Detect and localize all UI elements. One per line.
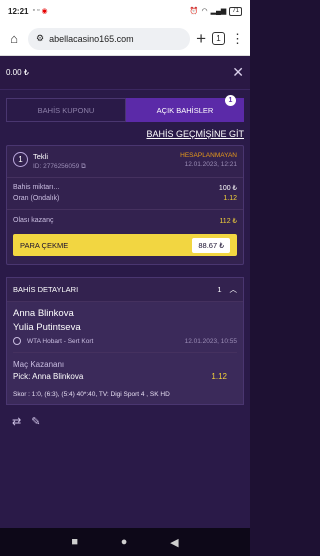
home-circle-icon[interactable]: ● [121, 536, 128, 548]
bet-card-header: 1 Tekli ID: 2776256059 ⧉ HESAPLANMAYAN 1… [7, 146, 243, 178]
bet-id: ID: 2776256059 [33, 163, 80, 170]
live-score: Skor : 1:0, (6:3), (5:4) 40*:40, TV: Dig… [13, 391, 170, 398]
stake-label: Bahis miktarı... [13, 184, 60, 191]
tab-label: AÇIK BAHİSLER [156, 105, 214, 115]
cashout-amount: 88.67 ₺ [192, 237, 230, 253]
open-bets-count-badge: 1 [225, 95, 236, 106]
pick-row: Pick: Anna Blinkova 1.12 [13, 372, 237, 381]
potential-win-row: Olası kazanç 112 ₺ [7, 210, 243, 231]
tab-open-bets[interactable]: AÇIK BAHİSLER 1 [126, 95, 244, 122]
copy-icon[interactable]: ⧉ [81, 163, 86, 170]
potential-value: 112 ₺ [219, 218, 237, 225]
selection-card: Anna Blinkova Yulia Putintseva WTA Hobar… [7, 302, 243, 404]
back-icon[interactable]: ◀ [170, 536, 178, 549]
signal-icon: ▂▄▆ [210, 8, 227, 15]
vodafone-icon: ◉ [41, 8, 48, 15]
more-menu-icon[interactable]: ⋮ [231, 31, 244, 47]
cashout-button[interactable]: PARA ÇEKME 88.67 ₺ [13, 234, 237, 256]
bet-id-row: ID: 2776256059 ⧉ [33, 163, 86, 171]
market-name: Maç Kazananı [13, 360, 65, 369]
android-nav-bar: ■ ● ◀ [0, 528, 250, 556]
bet-date: 12.01.2023, 12:21 [184, 161, 237, 168]
home-icon[interactable]: ⌂ [6, 31, 22, 46]
status-bar: 12:21 ▫ ▫ ◉ ⏰ ◠ ▂▄▆ 71 [0, 0, 250, 22]
balance: 0.00 ₺ [6, 68, 29, 77]
notification-icons: ▫ ▫ ◉ [32, 7, 47, 15]
close-icon[interactable]: ✕ [232, 64, 244, 81]
status-right: ⏰ ◠ ▂▄▆ 71 [189, 6, 242, 16]
new-tab-icon[interactable]: + [196, 29, 206, 49]
status-time: 12:21 [8, 6, 29, 16]
pick-odds: 1.12 [211, 372, 227, 381]
bet-status: HESAPLANMAYAN [180, 152, 237, 159]
address-bar[interactable]: ⚙ abellacasino165.com [28, 27, 191, 50]
bet-actions: ⇄ ✎ [6, 405, 244, 438]
chevron-up-icon[interactable]: ︿ [230, 284, 238, 295]
wifi-icon: ◠ [201, 8, 208, 15]
pick-text: Pick: Anna Blinkova [13, 372, 84, 381]
edit-icon[interactable]: ✎ [31, 415, 40, 428]
odds-row: Oran (Ondalık) 1.12 [13, 195, 237, 202]
bet-details: BAHİS DETAYLARI 1 ︿ Anna Blinkova Yulia … [6, 277, 244, 405]
stake-row: Bahis miktarı... 100 ₺ [13, 184, 237, 192]
odds-value: 1.12 [223, 195, 237, 202]
betslip-panel: BAHİS KUPONU AÇIK BAHİSLER 1 BAHİS GEÇMİ… [0, 90, 250, 556]
player-away: Yulia Putintseva [13, 322, 81, 333]
odds-label: Oran (Ondalık) [13, 195, 60, 202]
tab-label: BAHİS KUPONU [37, 105, 95, 115]
alarm-icon: ⏰ [189, 8, 199, 15]
bet-summary: Bahis miktarı... 100 ₺ Oran (Ondalık) 1.… [7, 178, 243, 210]
bet-type: Tekli [33, 152, 49, 161]
league-row: WTA Hobart - Sert Kort 12.01.2023, 10:55 [13, 337, 237, 345]
recent-apps-icon[interactable]: ■ [71, 536, 78, 548]
bet-history-link[interactable]: BAHİS GEÇMİŞİNE GİT [6, 129, 244, 139]
tab-switcher-button[interactable]: 1 [212, 32, 225, 45]
site-info-icon[interactable]: ⚙ [36, 33, 44, 44]
swap-icon[interactable]: ⇄ [12, 415, 21, 428]
event-date: 12.01.2023, 10:55 [184, 337, 237, 345]
divider [13, 352, 237, 353]
player-home: Anna Blinkova [13, 308, 74, 319]
bet-details-header[interactable]: BAHİS DETAYLARI 1 ︿ [7, 278, 243, 302]
bet-details-title: BAHİS DETAYLARI [13, 285, 79, 294]
tennis-ball-icon [13, 337, 21, 345]
cashout-label: PARA ÇEKME [20, 240, 69, 250]
square-icon: ▫ [32, 7, 35, 14]
stake-value: 100 ₺ [218, 185, 237, 192]
bet-number-badge: 1 [13, 152, 28, 167]
url-text: abellacasino165.com [49, 33, 134, 44]
battery-icon: 71 [229, 6, 242, 16]
betslip-header: 0.00 ₺ ✕ [0, 56, 250, 90]
browser-toolbar: ⌂ ⚙ abellacasino165.com + 1 ⋮ [0, 22, 250, 56]
square-icon: ▫ [36, 7, 40, 14]
league-name: WTA Hobart - Sert Kort [27, 337, 94, 345]
open-bet-card: 1 Tekli ID: 2776256059 ⧉ HESAPLANMAYAN 1… [6, 145, 244, 265]
tab-bet-coupon[interactable]: BAHİS KUPONU [6, 98, 126, 122]
bet-details-count: 1 [217, 285, 222, 294]
potential-label: Olası kazanç [13, 217, 54, 224]
betslip-tabs: BAHİS KUPONU AÇIK BAHİSLER 1 [6, 95, 244, 122]
